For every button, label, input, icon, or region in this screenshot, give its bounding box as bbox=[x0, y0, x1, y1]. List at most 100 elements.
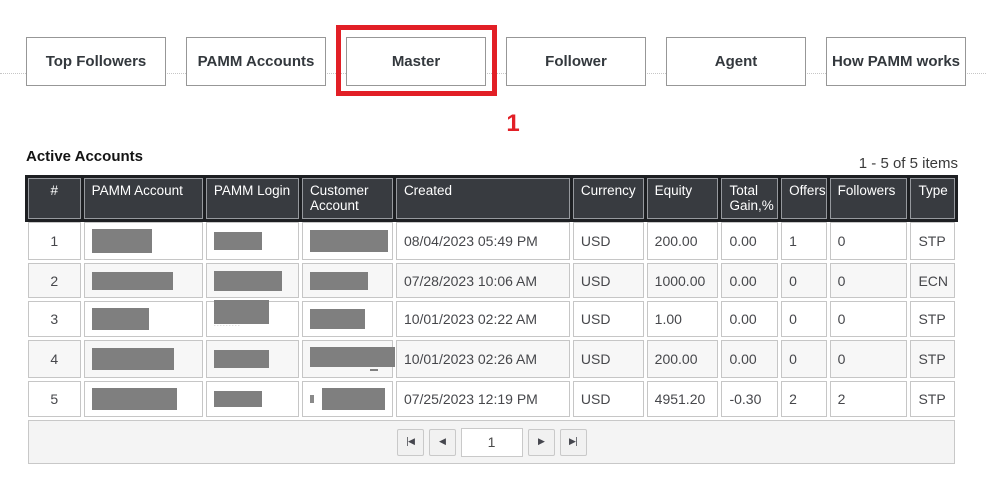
total-gain-cell: 0.00 bbox=[721, 301, 778, 337]
currency-cell: USD bbox=[573, 340, 644, 378]
pamm-login-cell: ········· bbox=[206, 301, 299, 337]
redaction-box bbox=[92, 229, 152, 253]
pamm-account-cell bbox=[84, 222, 203, 260]
column-header-equity[interactable]: Equity bbox=[647, 178, 719, 219]
row-index: 5 bbox=[28, 381, 81, 417]
annotation-number: 1 bbox=[496, 110, 530, 138]
total-gain-cell: -0.30 bbox=[721, 381, 778, 417]
row-index: 1 bbox=[28, 222, 81, 260]
tab-top-followers[interactable]: Top Followers bbox=[26, 37, 166, 86]
offers-cell: 2 bbox=[781, 381, 827, 417]
column-header-offers[interactable]: Offers bbox=[781, 178, 827, 219]
redaction-box bbox=[92, 308, 149, 330]
tab-follower[interactable]: Follower bbox=[506, 37, 646, 86]
offers-cell: 0 bbox=[781, 301, 827, 337]
pamm-account-cell bbox=[84, 263, 203, 298]
followers-cell: 0 bbox=[830, 340, 908, 378]
type-cell: STP bbox=[910, 381, 955, 417]
redaction-box bbox=[92, 272, 173, 290]
column-header-currency[interactable]: Currency bbox=[573, 178, 644, 219]
prev-page-icon: ◀ bbox=[439, 437, 445, 447]
pamm-account-cell bbox=[84, 340, 203, 378]
column-header-total-gain[interactable]: Total Gain,% bbox=[721, 178, 778, 219]
type-cell: STP bbox=[910, 340, 955, 378]
currency-cell: USD bbox=[573, 381, 644, 417]
followers-cell: 0 bbox=[830, 301, 908, 337]
total-gain-cell: 0.00 bbox=[721, 340, 778, 378]
pamm-account-cell bbox=[84, 381, 203, 417]
redaction-remnant bbox=[310, 395, 314, 403]
last-page-icon: ▶| bbox=[569, 437, 577, 447]
customer-account-cell bbox=[302, 263, 393, 298]
pamm-account-cell bbox=[84, 301, 203, 337]
table-row: 5 07/25/2023 12:19 PM USD 4951.20 -0.30 … bbox=[28, 381, 955, 417]
items-count: 1 - 5 of 5 items bbox=[28, 155, 958, 172]
type-cell: STP bbox=[910, 301, 955, 337]
next-page-icon: ▶ bbox=[538, 437, 544, 447]
top-navigation: Top Followers PAMM Accounts Master Follo… bbox=[26, 37, 966, 86]
equity-cell: 200.00 bbox=[647, 340, 719, 378]
row-index: 2 bbox=[28, 263, 81, 298]
table-row: 2 07/28/2023 10:06 AM USD 1000.00 0.00 0… bbox=[28, 263, 955, 298]
redaction-box bbox=[322, 388, 385, 410]
column-header-type[interactable]: Type bbox=[910, 178, 955, 219]
pager-page-input[interactable] bbox=[461, 428, 523, 457]
pager-prev-button[interactable]: ◀ bbox=[429, 429, 456, 456]
column-header-index[interactable]: # bbox=[28, 178, 81, 219]
redaction-remnant: ········· bbox=[214, 324, 291, 328]
pager-row: |◀ ◀ ▶ ▶| bbox=[28, 420, 955, 464]
table-row: 1 08/04/2023 05:49 PM USD 200.00 0.00 1 … bbox=[28, 222, 955, 260]
row-index: 4 bbox=[28, 340, 81, 378]
pager: |◀ ◀ ▶ ▶| bbox=[29, 421, 954, 463]
pager-next-button[interactable]: ▶ bbox=[528, 429, 555, 456]
column-header-pamm-login[interactable]: PAMM Login bbox=[206, 178, 299, 219]
pamm-login-cell bbox=[206, 263, 299, 298]
pamm-login-cell bbox=[206, 381, 299, 417]
equity-cell: 1.00 bbox=[647, 301, 719, 337]
table-row: 3 ········· 10/01/2023 02:22 AM USD 1.00… bbox=[28, 301, 955, 337]
followers-cell: 0 bbox=[830, 222, 908, 260]
currency-cell: USD bbox=[573, 263, 644, 298]
redaction-box bbox=[310, 309, 365, 329]
redaction-box bbox=[92, 348, 174, 370]
tab-agent[interactable]: Agent bbox=[666, 37, 806, 86]
pager-cell: |◀ ◀ ▶ ▶| bbox=[28, 420, 955, 464]
pager-last-button[interactable]: ▶| bbox=[560, 429, 587, 456]
created-cell: 08/04/2023 05:49 PM bbox=[396, 222, 570, 260]
followers-cell: 2 bbox=[830, 381, 908, 417]
customer-account-cell bbox=[302, 381, 393, 417]
redaction-box bbox=[214, 232, 262, 250]
currency-cell: USD bbox=[573, 301, 644, 337]
table-row: 4 10/01/2023 02:26 AM USD 200.00 0.00 0 … bbox=[28, 340, 955, 378]
customer-account-cell bbox=[302, 340, 393, 378]
row-index: 3 bbox=[28, 301, 81, 337]
accounts-grid: # PAMM Account PAMM Login Customer Accou… bbox=[25, 175, 961, 467]
created-cell: 10/01/2023 02:26 AM bbox=[396, 340, 570, 378]
created-cell: 10/01/2023 02:22 AM bbox=[396, 301, 570, 337]
pamm-login-cell bbox=[206, 340, 299, 378]
pamm-page: Top Followers PAMM Accounts Master Follo… bbox=[0, 0, 986, 482]
first-page-icon: |◀ bbox=[406, 437, 414, 447]
redaction-box bbox=[310, 272, 368, 290]
column-header-pamm-account[interactable]: PAMM Account bbox=[84, 178, 203, 219]
redaction-box bbox=[214, 350, 269, 368]
type-cell: ECN bbox=[910, 263, 955, 298]
total-gain-cell: 0.00 bbox=[721, 263, 778, 298]
column-header-created[interactable]: Created bbox=[396, 178, 570, 219]
redaction-box bbox=[214, 271, 282, 291]
created-cell: 07/25/2023 12:19 PM bbox=[396, 381, 570, 417]
accounts-table: # PAMM Account PAMM Login Customer Accou… bbox=[25, 175, 958, 467]
equity-cell: 200.00 bbox=[647, 222, 719, 260]
offers-cell: 1 bbox=[781, 222, 827, 260]
redaction-box bbox=[214, 300, 269, 324]
column-header-customer-account[interactable]: Customer Account bbox=[302, 178, 393, 219]
customer-account-cell bbox=[302, 301, 393, 337]
redaction-remnant bbox=[370, 369, 378, 371]
tab-pamm-accounts[interactable]: PAMM Accounts bbox=[186, 37, 326, 86]
tab-how-pamm-works[interactable]: How PAMM works bbox=[826, 37, 966, 86]
column-header-followers[interactable]: Followers bbox=[830, 178, 908, 219]
type-cell: STP bbox=[910, 222, 955, 260]
pager-first-button[interactable]: |◀ bbox=[397, 429, 424, 456]
tab-master[interactable]: Master bbox=[346, 37, 486, 86]
redaction-box bbox=[310, 230, 388, 252]
